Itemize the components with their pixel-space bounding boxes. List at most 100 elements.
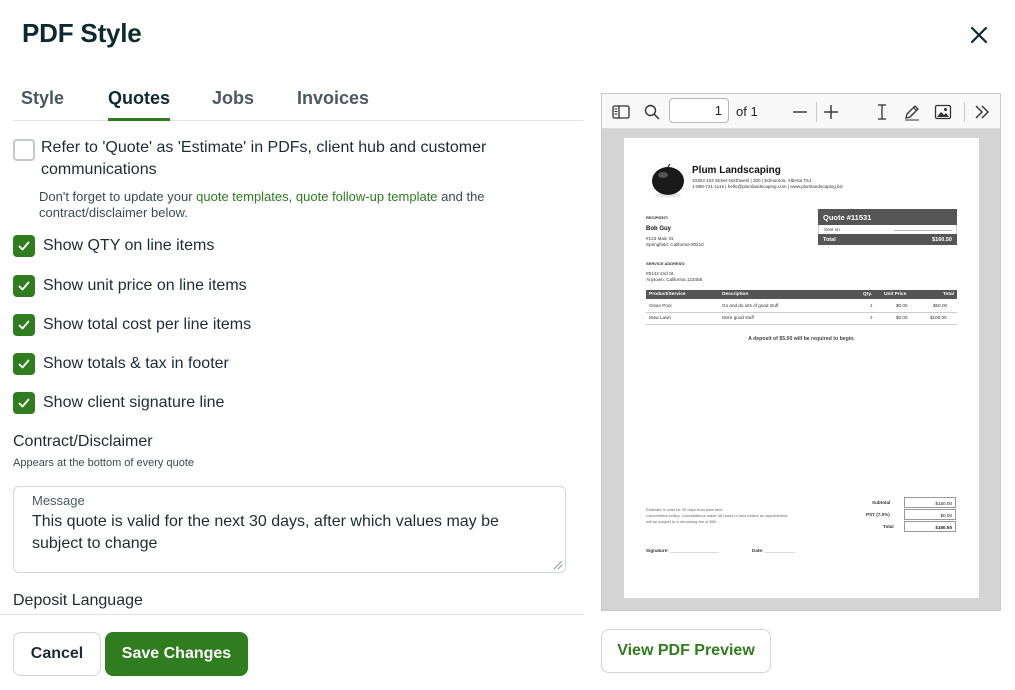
tab-style[interactable]: Style [21, 88, 64, 121]
show-total-cost-label: Show total cost per line items [43, 316, 252, 333]
pdf-toolbar: 1 of 1 [602, 94, 1000, 129]
pdf-subtotal-value: $150.00 [904, 497, 956, 508]
pdf-grand-total-value: $160.50 [904, 521, 956, 532]
pdf-pst-label: PST (7.0%) [866, 512, 890, 517]
template-reminder-note: Don't forget to update your quote templa… [39, 189, 485, 204]
image-button[interactable] [932, 101, 954, 123]
close-button[interactable] [966, 22, 992, 48]
cancel-button[interactable]: Cancel [13, 632, 101, 676]
pdf-company-contact: 1-888-721-1115 | hello@plumlandscaping.c… [692, 184, 843, 189]
check-icon [18, 320, 30, 330]
check-icon [18, 241, 30, 251]
pdf-viewer[interactable]: 1 of 1 Plum Landscaping 10303 103 Street… [601, 93, 1001, 611]
pdf-row1-product: Clean Pool [649, 303, 672, 308]
pdf-date-line: Date: ____________ [752, 548, 796, 553]
draw-button[interactable] [901, 101, 923, 123]
contract-subtitle: Appears at the bottom of every quote [13, 457, 195, 469]
text-select-button[interactable] [871, 101, 893, 123]
pdf-recipient-label: RECIPIENT: [646, 215, 669, 220]
zoom-in-icon [824, 105, 838, 119]
more-tools-icon [975, 105, 989, 119]
view-pdf-preview-button[interactable]: View PDF Preview [601, 629, 771, 673]
template-reminder-note-line2: contract/disclaimer below. [39, 205, 188, 220]
settings-scroll-area[interactable]: Refer to 'Quote' as 'Estimate' in PDFs, … [0, 122, 584, 614]
pdf-footer-note1: Estimate is valid for 30 days from date … [646, 507, 724, 512]
pdf-page: Plum Landscaping 10303 103 Street Northw… [624, 138, 979, 598]
check-icon [18, 398, 30, 408]
footer-divider [0, 614, 584, 615]
pdf-table-header: Product/Service Description Qty. Unit Pr… [646, 290, 957, 299]
pdf-row1-unit: $0.00 [896, 303, 908, 308]
text-cursor-icon [878, 104, 886, 120]
pdf-deposit-note: A deposit of $5.00 will be required to b… [748, 336, 855, 342]
zoom-out-icon [793, 111, 807, 113]
pdf-recipient-name: Bob Guy [646, 226, 671, 232]
quote-templates-link[interactable]: quote templates [196, 189, 289, 204]
message-value[interactable]: This quote is valid for the next 30 days… [32, 511, 547, 555]
zoom-in-button[interactable] [820, 101, 842, 123]
show-qty-label: Show QTY on line items [43, 237, 215, 254]
estimate-checkbox-label-line2: communications [41, 161, 157, 178]
show-qty-checkbox[interactable] [13, 235, 35, 257]
page-count: of 1 [736, 104, 758, 119]
deposit-language-title: Deposit Language [13, 592, 143, 609]
pdf-row-divider [646, 324, 957, 325]
check-icon [18, 359, 30, 369]
pdf-footer-note2: Cancellation policy: Cancellations made … [646, 513, 788, 518]
pdf-row2-unit: $0.00 [896, 315, 908, 320]
pdf-quote-total-row: Total $160.50 [818, 234, 957, 245]
toolbar-separator [816, 102, 817, 122]
sidebar-toggle-icon [612, 105, 630, 119]
pdf-row2-total: $100.00 [930, 315, 947, 320]
search-button[interactable] [641, 101, 663, 123]
pdf-company-name: Plum Landscaping [692, 165, 781, 176]
pdf-company-address: 10303 103 Street Northwest | 300 | Edmon… [692, 178, 812, 183]
pdf-service-label: SERVICE ADDRESS: [646, 261, 686, 266]
close-icon [970, 26, 988, 44]
quote-follow-up-link[interactable]: quote follow-up template [296, 189, 438, 204]
pdf-row1-description: Go and do lots of good stuff [722, 303, 779, 308]
pdf-quote-box: Quote #11531 Sent on Total $160.50 [818, 209, 957, 249]
contract-message-field[interactable]: Message This quote is valid for the next… [13, 486, 566, 573]
pdf-row2-qty: 2 [870, 315, 873, 320]
show-unit-price-label: Show unit price on line items [43, 277, 247, 294]
show-signature-checkbox[interactable] [13, 392, 35, 414]
pdf-footer-note3: will be subject to a rebooking fee of $5… [646, 519, 718, 524]
pdf-subtotal-label: Subtotal [872, 500, 891, 505]
tab-bar: Style Quotes Jobs Invoices [13, 84, 583, 121]
tab-invoices[interactable]: Invoices [297, 88, 369, 121]
check-icon [18, 281, 30, 291]
page-number-input[interactable]: 1 [669, 98, 729, 123]
contract-title: Contract/Disclaimer [13, 433, 153, 450]
draw-icon [905, 105, 919, 121]
image-icon [934, 104, 952, 120]
pdf-quote-title: Quote #11531 [818, 209, 957, 225]
zoom-out-button[interactable] [789, 101, 811, 123]
estimate-checkbox[interactable] [13, 139, 35, 161]
show-unit-price-checkbox[interactable] [13, 275, 35, 297]
pdf-recipient-addr1: #123 Main St. [646, 236, 675, 241]
show-signature-label: Show client signature line [43, 394, 225, 411]
save-changes-button[interactable]: Save Changes [105, 632, 248, 676]
pdf-row2-product: Mow Lawn [649, 315, 671, 320]
sidebar-toggle-button[interactable] [610, 101, 632, 123]
pdf-row1-total: $50.00 [933, 303, 948, 308]
pdf-sent-on-row: Sent on [818, 225, 957, 234]
pdf-row-divider [646, 312, 957, 313]
message-label: Message [32, 493, 85, 508]
pdf-recipient-addr2: Springfield, California 90210 [646, 242, 704, 247]
toolbar-separator [964, 102, 965, 122]
show-totals-tax-checkbox[interactable] [13, 353, 35, 375]
pdf-signature-line: Signature: ___________________ [646, 548, 719, 553]
resize-grip-icon[interactable] [551, 558, 563, 570]
pdf-row1-qty: 1 [870, 303, 873, 308]
page-title: PDF Style [22, 18, 142, 48]
pdf-pst-value: $0.00 [904, 509, 956, 520]
more-tools-button[interactable] [971, 101, 993, 123]
pdf-grand-total-label: Total [883, 524, 894, 529]
pdf-service-addr1: #8142 2nd St. [646, 271, 675, 276]
tab-quotes[interactable]: Quotes [108, 88, 171, 121]
pdf-row2-description: More good stuff [722, 315, 754, 320]
tab-jobs[interactable]: Jobs [212, 88, 254, 121]
show-total-cost-checkbox[interactable] [13, 314, 35, 336]
